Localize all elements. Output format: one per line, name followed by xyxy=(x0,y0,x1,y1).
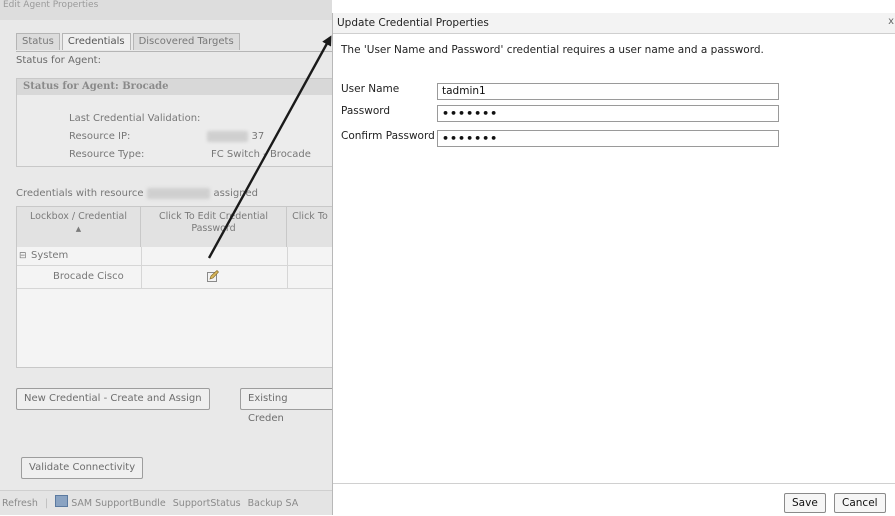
existing-credential-button[interactable]: Existing Creden xyxy=(240,388,332,424)
username-input[interactable]: tadmin1 xyxy=(437,83,779,100)
grid-group-row[interactable]: ⊟ System xyxy=(17,247,332,266)
edit-pencil-icon[interactable] xyxy=(207,270,219,282)
agent-status-header: Status for Agent: Brocade xyxy=(17,79,332,95)
agent-status-panel: Status for Agent: Brocade Last Credentia… xyxy=(16,78,332,167)
tab-credentials[interactable]: Credentials xyxy=(61,33,131,50)
sam-supportbundle-link[interactable]: SAM SupportBundle xyxy=(71,498,166,509)
update-credential-dialog: Update Credential Properties x The 'User… xyxy=(332,13,895,516)
agent-window-title: Edit Agent Properties xyxy=(0,0,332,20)
dialog-titlebar[interactable]: Update Credential Properties x xyxy=(333,13,895,34)
save-button[interactable]: Save xyxy=(784,493,826,513)
credentials-assigned-line: Credentials with resource 000.000.000 as… xyxy=(16,188,258,199)
redacted-ip: 000.000 xyxy=(207,131,249,142)
new-credential-button[interactable]: New Credential - Create and Assign xyxy=(16,388,210,410)
credentials-line-suffix: assigned xyxy=(213,188,259,199)
close-icon[interactable]: x xyxy=(888,16,894,27)
grid-header-lockbox-label: Lockbox / Credential xyxy=(30,211,127,222)
redacted-resource: 000.000.000 xyxy=(146,188,211,199)
dialog-title: Update Credential Properties xyxy=(337,17,489,29)
resource-ip-label: Resource IP: xyxy=(69,131,131,142)
grid-item-label: Brocade Cisco xyxy=(53,271,124,282)
resource-type-value: FC Switch - Brocade xyxy=(211,149,311,160)
grid-row-brocade-cisco[interactable]: Brocade Cisco xyxy=(17,266,332,289)
grid-group-label: System xyxy=(31,250,69,261)
grid-col-divider xyxy=(141,247,142,289)
collapse-minus-icon[interactable]: ⊟ xyxy=(19,247,27,265)
refresh-link[interactable]: Refresh xyxy=(0,498,38,509)
last-validation-label: Last Credential Validation: xyxy=(69,113,201,124)
grid-header-lockbox[interactable]: Lockbox / Credential ▲ xyxy=(17,207,141,247)
grid-header-edit-password[interactable]: Click To Edit Credential Password xyxy=(141,207,287,247)
resource-type-label: Resource Type: xyxy=(69,149,145,160)
username-label: User Name xyxy=(341,83,400,95)
password-label: Password xyxy=(341,105,391,117)
password-input[interactable]: ••••••• xyxy=(437,105,779,122)
grid-col-divider-2 xyxy=(287,247,288,289)
bottom-toolbar: Refresh | SAM SupportBundle SupportStatu… xyxy=(0,490,332,515)
dialog-footer: Save Cancel xyxy=(333,483,895,516)
grid-header-click-to[interactable]: Click To xyxy=(287,207,332,247)
tab-discovered-targets[interactable]: Discovered Targets xyxy=(132,33,240,50)
backup-link[interactable]: Backup SA xyxy=(244,498,299,509)
sort-up-icon: ▲ xyxy=(75,225,82,233)
support-status-link[interactable]: SupportStatus xyxy=(169,498,241,509)
cancel-button[interactable]: Cancel xyxy=(834,493,886,513)
bundle-icon xyxy=(55,495,69,507)
validate-connectivity-button[interactable]: Validate Connectivity xyxy=(21,457,144,479)
resource-ip-suffix: 37 xyxy=(251,131,265,142)
tab-status[interactable]: Status xyxy=(16,33,60,50)
toolbar-separator: | xyxy=(44,498,49,509)
status-for-label: Status for Agent: xyxy=(16,55,101,66)
resource-ip-value: 000.000 37 xyxy=(207,131,264,142)
tab-divider xyxy=(16,51,332,52)
confirm-password-input[interactable]: ••••••• xyxy=(437,130,779,147)
credentials-line-prefix: Credentials with resource xyxy=(16,188,144,199)
dialog-message: The 'User Name and Password' credential … xyxy=(341,44,764,56)
credentials-grid: Lockbox / Credential ▲ Click To Edit Cre… xyxy=(16,206,332,368)
agent-tabs: Status Credentials Discovered Targets xyxy=(16,33,242,51)
agent-properties-window: Edit Agent Properties Status Credentials D… xyxy=(0,0,332,515)
confirm-password-label: Confirm Password xyxy=(341,130,435,142)
